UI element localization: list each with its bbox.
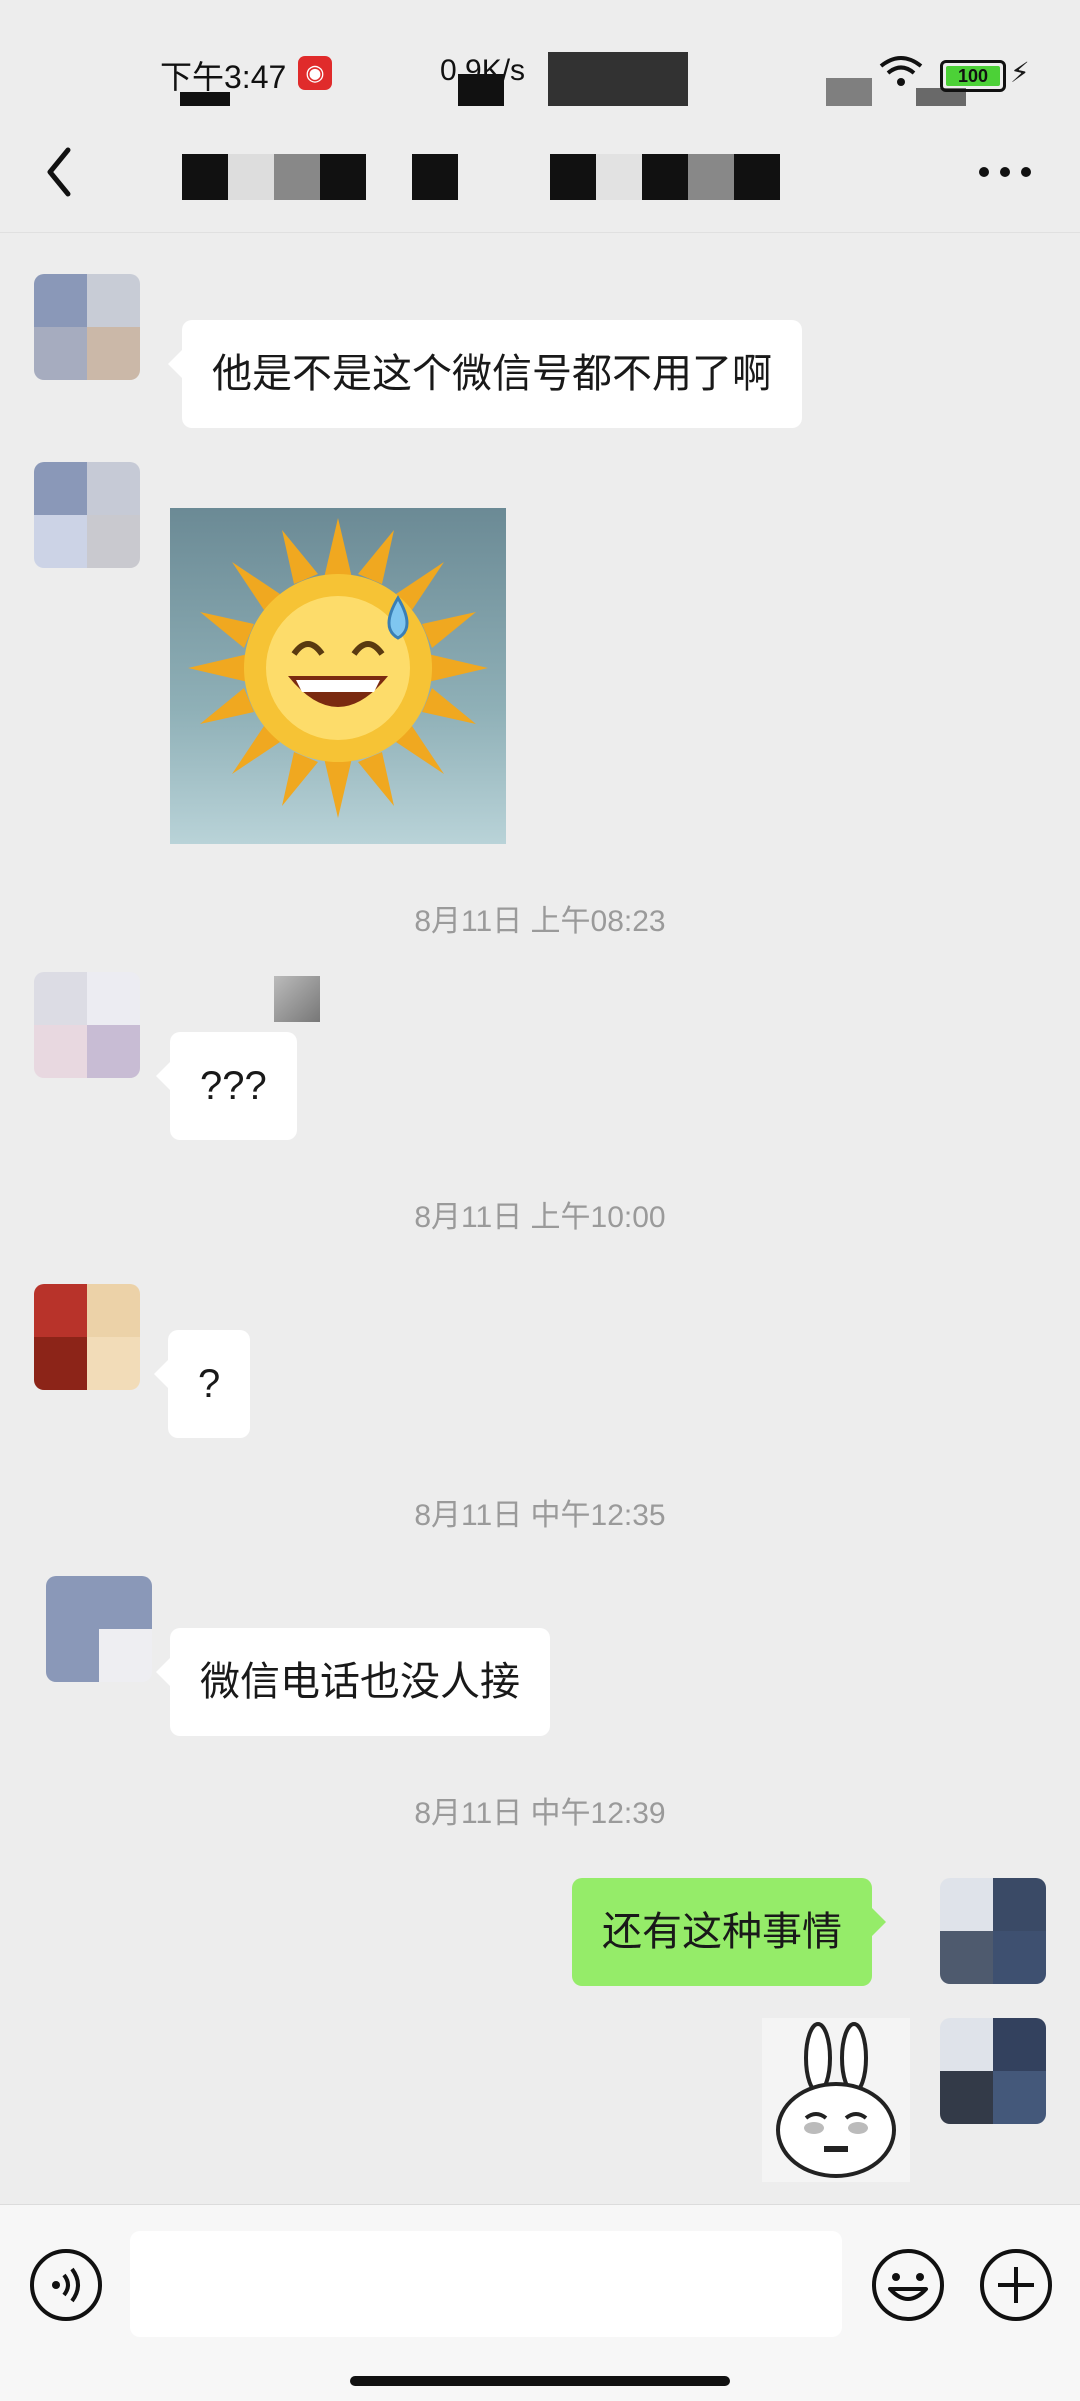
message-bubble-received[interactable]: ? (153, 1330, 251, 1438)
blurred-block (548, 52, 688, 106)
sun-sweat-emoji-icon (188, 518, 488, 818)
contact-avatar[interactable] (34, 274, 140, 380)
message-bubble-received[interactable]: 微信电话也没人接 (156, 1628, 550, 1736)
wifi-icon (879, 56, 923, 86)
message-bubble-received[interactable]: 他是不是这个微信号都不用了啊 (168, 320, 802, 428)
emoji-icon[interactable] (868, 2245, 948, 2325)
timestamp: 8月11日 上午10:00 (414, 1201, 666, 1234)
blurred-block (458, 74, 504, 106)
timestamp: 8月11日 中午12:35 (414, 1499, 666, 1532)
rabbit-sticker-image[interactable] (762, 2018, 910, 2182)
charging-icon: ⚡ (1010, 57, 1030, 88)
contact-avatar[interactable] (34, 1284, 140, 1390)
contact-avatar[interactable] (34, 462, 140, 568)
more-options-icon[interactable] (970, 142, 1040, 202)
blurred-block (180, 92, 230, 106)
netease-music-icon: ◉ (298, 56, 332, 90)
blurred-block (274, 976, 320, 1022)
home-indicator[interactable] (350, 2376, 730, 2386)
message-text: ??? (200, 1064, 267, 1108)
message-text: ? (198, 1362, 221, 1406)
message-text: 还有这种事情 (602, 1910, 842, 1954)
battery-level: 100 (946, 66, 1000, 86)
sun-sticker-image[interactable] (170, 508, 506, 844)
message-bubble-received[interactable]: ??? (156, 1032, 297, 1140)
input-bar (0, 2204, 1080, 2401)
timestamp: 8月11日 上午08:23 (414, 905, 666, 938)
message-input[interactable] (130, 2231, 842, 2337)
timestamp: 8月11日 中午12:39 (414, 1797, 666, 1830)
contact-avatar[interactable] (46, 1576, 152, 1682)
chat-header (0, 120, 1080, 233)
message-bubble-sent[interactable]: 还有这种事情 (572, 1878, 886, 1986)
battery-icon: 100 (940, 60, 1006, 92)
rabbit-face-icon (776, 2022, 896, 2178)
message-text: 微信电话也没人接 (200, 1660, 520, 1704)
voice-icon[interactable] (26, 2245, 106, 2325)
my-avatar[interactable] (940, 2018, 1046, 2124)
my-avatar[interactable] (940, 1878, 1046, 1984)
plus-icon[interactable] (976, 2245, 1056, 2325)
blurred-block (826, 78, 872, 106)
status-bar: 下午3:47 ◉ 0.9K/s 100 ⚡ (0, 0, 1080, 140)
message-text: 他是不是这个微信号都不用了啊 (212, 352, 772, 396)
contact-avatar[interactable] (34, 972, 140, 1078)
back-arrow-icon[interactable] (34, 142, 94, 202)
